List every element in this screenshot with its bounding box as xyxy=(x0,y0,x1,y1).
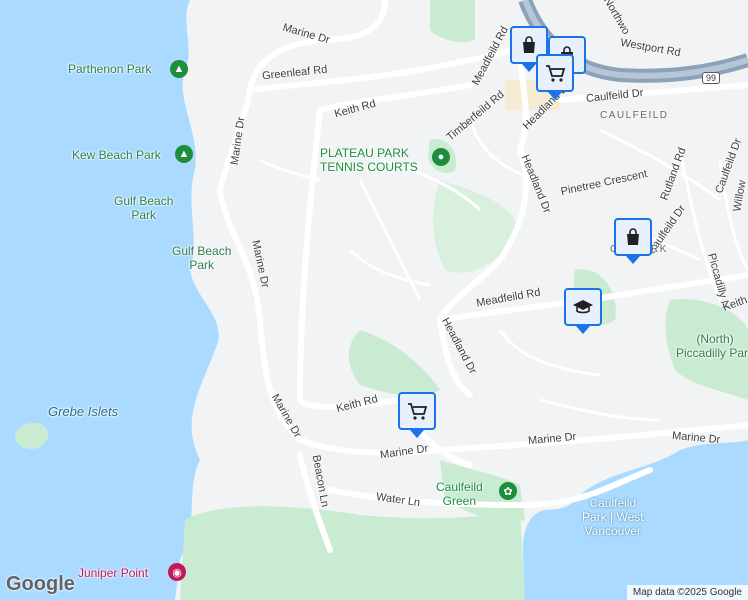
place-label-juniper-point[interactable]: Juniper Point xyxy=(78,566,148,580)
park-headland xyxy=(433,180,520,273)
place-label-caulfeild-green[interactable]: Caulfeild Green xyxy=(436,480,483,508)
shopping-cart-icon xyxy=(398,392,436,430)
place-label-grebe-islets: Grebe Islets xyxy=(48,404,119,419)
place-label-caulfeild-park[interactable]: Caulfeild Park | West Vancouver xyxy=(582,496,644,538)
place-label-gulf-beach-park[interactable]: Gulf Beach Park xyxy=(114,194,173,222)
park-south-west xyxy=(180,506,525,600)
park-icon[interactable]: ▲ xyxy=(170,60,188,78)
place-label-north-piccadilly-park[interactable]: (North) Piccadilly Park xyxy=(676,332,748,360)
area-label-caulfeild: CAULFEILD xyxy=(600,110,669,121)
park-icon[interactable]: ▲ xyxy=(175,145,193,163)
place-label-plateau-park[interactable]: PLATEAU PARK TENNIS COURTS xyxy=(320,146,418,174)
garden-icon[interactable]: ✿ xyxy=(499,482,517,500)
shopping-bag-icon xyxy=(614,218,652,256)
park-central xyxy=(348,330,440,396)
camera-icon[interactable]: ◉ xyxy=(168,563,186,581)
google-logo: Google xyxy=(6,573,75,595)
school-icon xyxy=(564,288,602,326)
place-label-parthenon-park[interactable]: Parthenon Park xyxy=(68,62,151,76)
school-pin[interactable] xyxy=(564,288,602,334)
highway-99-shield: 99 xyxy=(702,72,721,84)
park-north xyxy=(430,0,475,42)
shopping-bag-pin[interactable] xyxy=(614,218,652,264)
map-attribution[interactable]: Map data ©2025 Google xyxy=(626,585,748,600)
place-label-kew-beach-park[interactable]: Kew Beach Park xyxy=(72,148,161,162)
map-canvas[interactable]: Marine Dr Greenleaf Rd Keith Rd Marine D… xyxy=(0,0,748,600)
shopping-cart-icon xyxy=(536,54,574,92)
water-west xyxy=(0,0,219,600)
shopping-cart-pin[interactable] xyxy=(398,392,436,438)
shopping-cart-pin[interactable] xyxy=(536,54,574,100)
tennis-icon[interactable]: ● xyxy=(432,148,450,166)
place-label-gulf-beach-park[interactable]: Gulf Beach Park xyxy=(172,244,231,272)
